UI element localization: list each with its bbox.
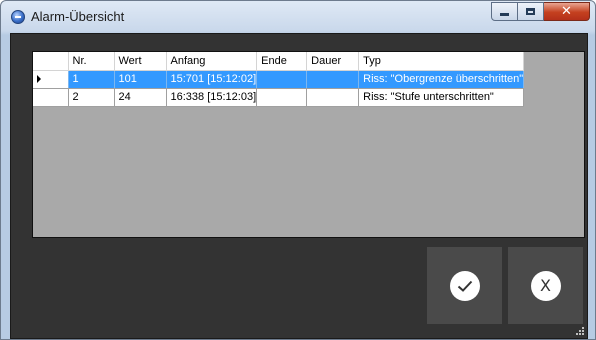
cell-nr[interactable]: 2 [68,88,115,107]
row-header[interactable] [33,70,69,89]
maximize-icon [526,8,535,15]
table-row[interactable]: 1 101 15:701 [15:12:02] Riss: "Obergrenz… [33,70,525,89]
minimize-icon [500,13,509,16]
row-header[interactable] [33,88,69,107]
close-button[interactable]: ✕ [544,2,590,21]
column-header-dauer[interactable]: Dauer [306,52,360,71]
current-row-arrow-icon [37,75,41,84]
client-area: Nr. Wert Anfang Ende Dauer Typ 1 101 15:… [10,33,588,339]
cell-wert[interactable]: 101 [114,70,167,89]
alarm-window: Alarm-Übersicht ✕ Nr. Wert Anfang Ende D… [0,0,596,340]
cell-typ[interactable]: Riss: "Obergrenze überschritten" [358,70,525,89]
window-title: Alarm-Übersicht [31,9,125,24]
column-header-nr[interactable]: Nr. [68,52,115,71]
cell-dauer[interactable] [306,70,360,89]
header-row: Nr. Wert Anfang Ende Dauer Typ [33,52,525,71]
cell-nr[interactable]: 1 [68,70,115,89]
close-icon: ✕ [561,4,572,19]
cell-dauer[interactable] [306,88,360,107]
app-logo-icon [11,10,25,24]
cancel-icon-circle: X [530,270,561,301]
minimize-button[interactable] [491,2,518,21]
table-row[interactable]: 2 24 16:338 [15:12:03] Riss: "Stufe unte… [33,88,525,107]
row-header-corner [33,52,69,71]
alarm-table: Nr. Wert Anfang Ende Dauer Typ 1 101 15:… [33,52,525,107]
cancel-label: X [540,275,551,295]
title-bar[interactable]: Alarm-Übersicht ✕ [1,1,595,33]
cancel-button[interactable]: X [508,247,583,324]
cell-anfang[interactable]: 15:701 [15:12:02] [166,70,258,89]
confirm-button[interactable] [427,247,502,324]
cell-wert[interactable]: 24 [114,88,167,107]
resize-grip-icon[interactable] [576,327,584,335]
column-header-wert[interactable]: Wert [114,52,167,71]
cell-typ[interactable]: Riss: "Stufe unterschritten" [358,88,525,107]
maximize-button[interactable] [518,2,544,21]
cell-ende[interactable] [256,70,308,89]
cell-anfang[interactable]: 16:338 [15:12:03] [166,88,258,107]
cell-ende[interactable] [256,88,308,107]
column-header-typ[interactable]: Typ [358,52,525,71]
alarm-grid[interactable]: Nr. Wert Anfang Ende Dauer Typ 1 101 15:… [32,51,585,238]
column-header-anfang[interactable]: Anfang [166,52,258,71]
column-header-ende[interactable]: Ende [256,52,308,71]
checkmark-icon [449,270,480,301]
window-controls: ✕ [491,2,590,22]
